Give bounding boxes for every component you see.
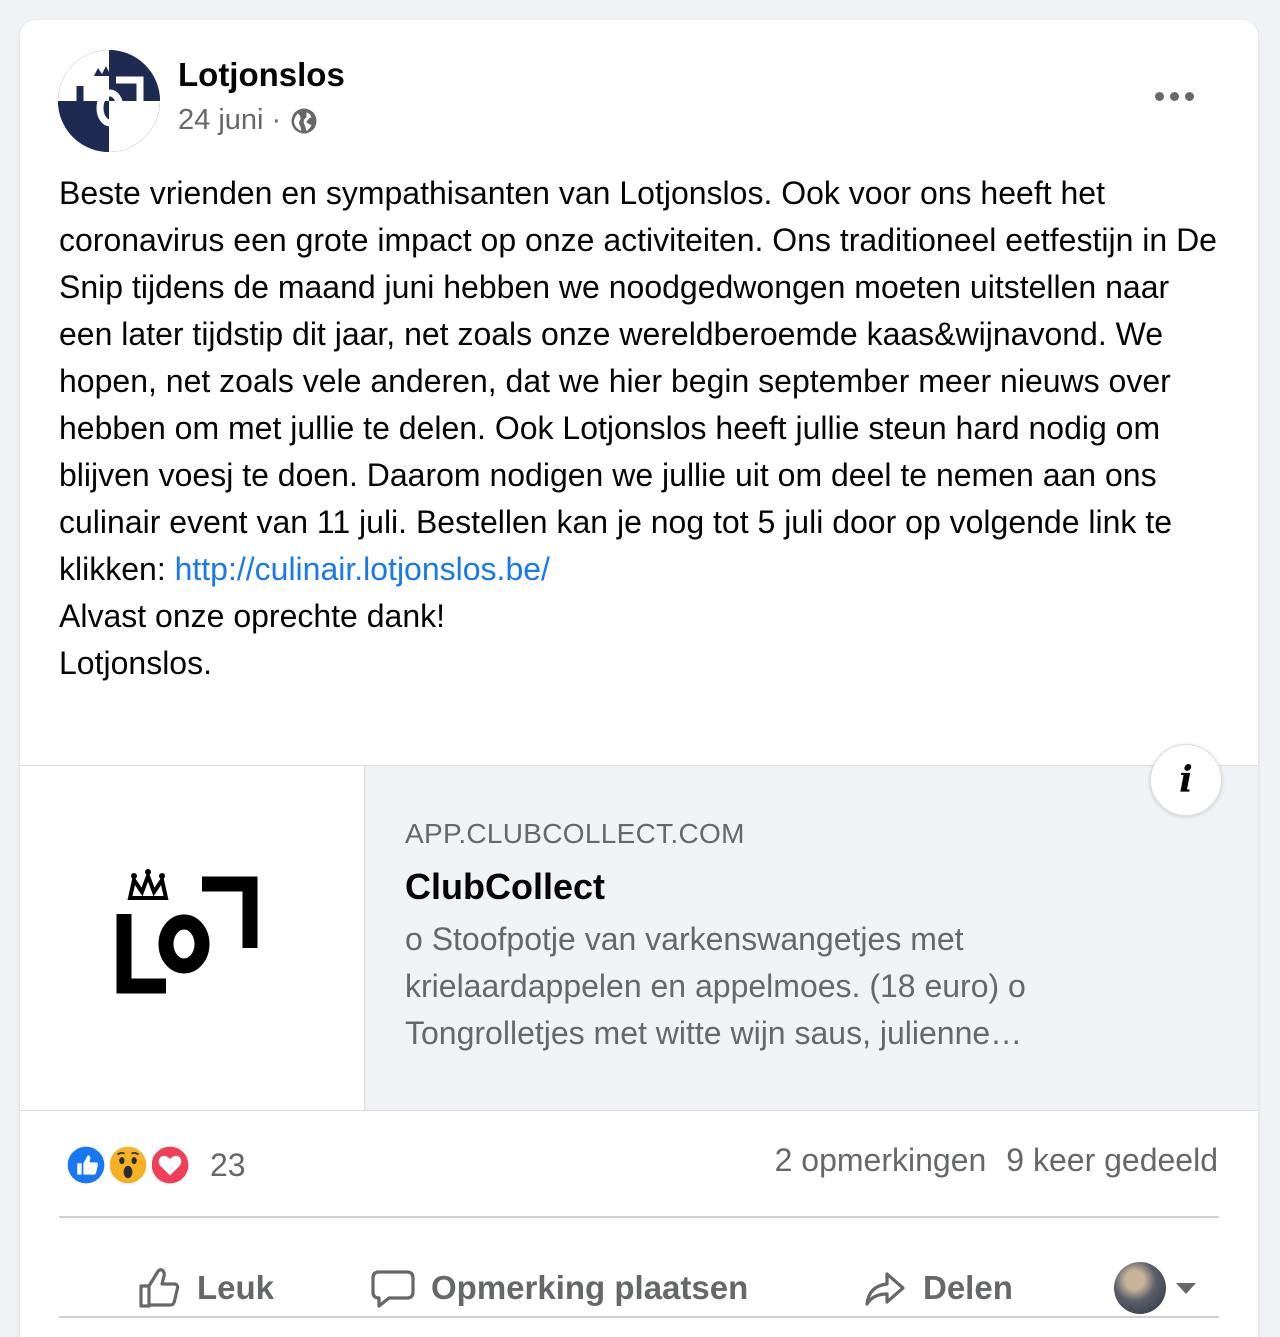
preview-thumbnail [20,766,365,1110]
preview-description: o Stoofpotje van varkenswangetjes met kr… [405,921,1026,1051]
info-button[interactable]: i [1150,744,1222,816]
user-avatar [1114,1262,1166,1314]
meta-separator: · [271,104,282,136]
thumbs-up-icon [139,1268,180,1308]
link-preview[interactable]: APP.CLUBCOLLECT.COM ClubCollect o Stoofp… [20,765,1258,1111]
more-dot-icon [1169,91,1179,101]
wow-icon [104,1141,152,1189]
lotjonslos-logo-icon [116,869,258,994]
comment-icon [371,1270,415,1308]
preview-info: APP.CLUBCOLLECT.COM ClubCollect o Stoofp… [365,766,1258,1110]
love-icon [146,1141,194,1189]
divider [59,1216,1219,1218]
more-options-button[interactable] [1138,70,1210,122]
preview-title[interactable]: ClubCollect [405,866,1218,908]
comment-button[interactable]: Opmerking plaatsen [369,1264,748,1312]
shares-count[interactable]: 9 keer gedeeld [1006,1142,1218,1179]
like-button[interactable]: Leuk [135,1264,274,1312]
share-icon [865,1272,905,1306]
post-link[interactable]: http://culinair.lotjonslos.be/ [175,551,550,587]
share-button[interactable]: Delen [861,1264,1013,1312]
engagement-stats: 2 opmerkingen 9 keer gedeeld [775,1142,1218,1179]
reaction-profile-selector[interactable] [1114,1262,1196,1314]
action-bar: Leuk Opmerking plaatsen Delen [59,1238,1219,1334]
post-date[interactable]: 24 juni [178,104,263,137]
more-dot-icon [1154,91,1164,101]
like-icon [62,1141,110,1189]
post-text-closing: Alvast onze oprechte dank! Lotjonslos. [59,598,446,681]
share-label: Delen [923,1269,1013,1306]
page-name[interactable]: Lotjonslos [178,56,345,94]
like-label: Leuk [197,1269,275,1306]
post-meta: 24 juni · [178,104,319,137]
post-text-main: Beste vrienden en sympathisanten van Lot… [59,175,1226,587]
post-card: Lotjonslos 24 juni · Beste vrienden en s… [20,20,1258,1337]
more-dot-icon [1184,91,1194,101]
preview-domain: APP.CLUBCOLLECT.COM [405,818,745,849]
chevron-down-icon [1176,1282,1196,1294]
comment-label: Opmerking plaatsen [431,1269,749,1306]
comments-count[interactable]: 2 opmerkingen [775,1142,987,1179]
divider [59,1316,1219,1318]
reaction-count[interactable]: 23 [210,1147,246,1184]
post-text: Beste vrienden en sympathisanten van Lot… [59,170,1229,687]
globe-icon [291,108,317,133]
page-avatar[interactable] [58,50,160,152]
reactions-summary[interactable]: 23 [62,1140,246,1190]
